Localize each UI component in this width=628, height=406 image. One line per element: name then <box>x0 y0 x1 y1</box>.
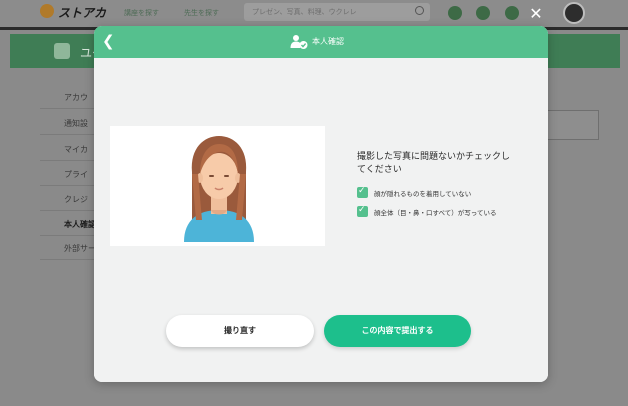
sidebar-divider <box>40 235 100 236</box>
background-input-field <box>545 110 599 140</box>
site-logo[interactable]: ストアカ <box>58 4 106 21</box>
nav-link-find-courses[interactable]: 講座を探す <box>124 8 159 18</box>
sidebar-item-external[interactable]: 外部サー <box>64 243 96 254</box>
modal-body: 撮影した写真に問題ないかチェックしてください ✓ 顔が隠れるものを着用していない… <box>94 58 548 382</box>
sidebar-item-my-card[interactable]: マイカ <box>64 144 88 155</box>
checkmark-icon: ✓ <box>358 186 366 196</box>
checklist-item-label: 顔全体（目・鼻・口すべて）が写っている <box>374 210 497 217</box>
checklist-item[interactable]: ✓ 顔全体（目・鼻・口すべて）が写っている <box>357 205 537 218</box>
submit-button[interactable]: この内容で提出する <box>324 315 471 347</box>
nav-search-placeholder: プレゼン、写真、料理、ウクレレ <box>252 9 357 16</box>
checkbox-checked[interactable]: ✓ <box>357 186 368 198</box>
sidebar-item-notifications[interactable]: 通知設 <box>64 118 88 129</box>
retake-button[interactable]: 撮り直す <box>166 315 314 347</box>
captured-photo-preview <box>110 126 325 246</box>
sidebar-divider <box>40 134 100 135</box>
nav-link-find-teachers[interactable]: 先生を探す <box>184 8 219 18</box>
sidebar-item-credit[interactable]: クレジ <box>64 194 88 205</box>
checklist-title: 撮影した写真に問題ないかチェックしてください <box>357 151 511 174</box>
modal-header: ❮ 本人確認 <box>94 26 548 58</box>
checklist-item[interactable]: ✓ 顔が隠れるものを着用していない <box>357 186 537 199</box>
favorite-icon[interactable] <box>476 6 490 20</box>
sidebar-item-identity[interactable]: 本人確認 <box>64 219 96 230</box>
sidebar-divider <box>40 185 100 186</box>
history-icon[interactable] <box>448 6 462 20</box>
checklist-item-label: 顔が隠れるものを着用していない <box>374 191 472 198</box>
sidebar-divider <box>40 210 100 211</box>
checkbox-checked[interactable]: ✓ <box>357 205 368 217</box>
checkmark-icon: ✓ <box>358 205 366 215</box>
chevron-left-icon[interactable]: ❮ <box>102 32 116 50</box>
message-icon[interactable] <box>505 6 519 20</box>
close-icon[interactable]: ✕ <box>528 6 544 22</box>
sidebar-divider <box>40 108 100 109</box>
sidebar-item-account[interactable]: アカウ <box>64 92 88 103</box>
identity-verification-modal: ❮ 本人確認 撮影した写真に問題ないかチェックしてください ✓ 顔が隠れるものを… <box>94 26 548 382</box>
sidebar-item-privacy[interactable]: プライ <box>64 169 88 180</box>
nav-search-box[interactable]: プレゼン、写真、料理、ウクレレ <box>244 3 430 21</box>
sidebar-divider <box>40 259 100 260</box>
modal-title: 本人確認 <box>312 37 344 46</box>
user-avatar[interactable] <box>563 2 585 24</box>
sidebar-divider <box>40 160 100 161</box>
logo-mark-icon <box>40 4 54 18</box>
settings-page-icon <box>54 43 70 59</box>
user-check-icon <box>290 35 308 49</box>
search-icon[interactable] <box>415 6 424 15</box>
person-avatar-image <box>184 136 254 242</box>
